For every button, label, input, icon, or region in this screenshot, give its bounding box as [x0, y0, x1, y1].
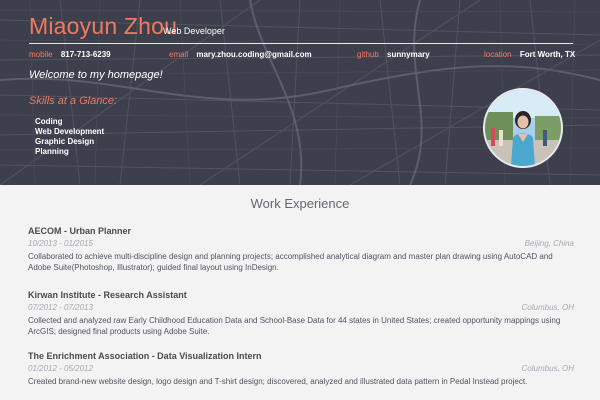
job-title: AECOM - Urban Planner — [28, 226, 132, 236]
job-entry: Kirwan Institute - Research Assistant 07… — [28, 290, 574, 337]
job-description: Collected and analyzed raw Early Childho… — [28, 316, 561, 336]
skills-list: Coding Web Development Graphic Design Pl… — [35, 117, 104, 157]
job-entry: The Enrichment Association - Data Visual… — [28, 351, 574, 387]
skills-heading: Skills at a Glance: — [29, 95, 118, 107]
contact-github: github sunnymary — [357, 50, 430, 59]
contact-label: github — [357, 50, 379, 59]
hero-header: Miaoyun Zhou Web Developer mobile 817-71… — [0, 0, 600, 185]
job-meta: 10/2013 - 01/2015 Beijing, China — [28, 239, 574, 251]
job-title: Kirwan Institute - Research Assistant — [28, 290, 187, 300]
job-entry: AECOM - Urban Planner 10/2013 - 01/2015 … — [28, 226, 574, 273]
contact-value[interactable]: mary.zhou.coding@gmail.com — [196, 50, 311, 59]
job-title: The Enrichment Association - Data Visual… — [28, 351, 262, 361]
contact-value: Fort Worth, TX — [519, 50, 576, 59]
job-location: Columbus, OH — [521, 364, 574, 373]
skill-item: Web Development — [35, 127, 105, 136]
contact-label: location — [484, 50, 512, 59]
skill-item: Planning — [35, 147, 69, 156]
job-meta: 01/2012 - 05/2012 Columbus, OH — [28, 364, 574, 376]
job-location: Beijing, China — [524, 239, 574, 248]
job-location: Columbus, OH — [521, 303, 574, 312]
job-dates: 07/2012 - 07/2013 — [28, 303, 93, 312]
job-dates: 10/2013 - 01/2015 — [28, 239, 93, 248]
contact-location: location Fort Worth, TX — [484, 50, 575, 59]
welcome-message: Welcome to my homepage! — [29, 69, 163, 81]
divider — [29, 43, 573, 44]
contact-value[interactable]: sunnymary — [387, 50, 430, 59]
job-dates: 01/2012 - 05/2012 — [28, 364, 93, 373]
contact-label: mobile — [29, 50, 53, 59]
role-subtitle: Web Developer — [163, 26, 225, 36]
section-title-work-experience: Work Experience — [250, 196, 350, 211]
contact-value[interactable]: 817-713-6239 — [61, 50, 111, 59]
skill-item: Coding — [35, 117, 63, 126]
avatar — [483, 88, 563, 168]
name-title: Miaoyun Zhou — [29, 13, 178, 39]
job-meta: 07/2012 - 07/2013 Columbus, OH — [28, 303, 574, 315]
profile-photo — [485, 90, 561, 166]
contact-mobile: mobile 817-713-6239 — [29, 50, 111, 59]
skill-item: Graphic Design — [35, 137, 95, 146]
job-description: Created brand-new website design, logo d… — [28, 377, 528, 386]
contact-email: email mary.zhou.coding@gmail.com — [169, 50, 312, 59]
job-description: Collaborated to achieve multi-discipline… — [28, 252, 553, 272]
contact-label: email — [169, 50, 189, 59]
